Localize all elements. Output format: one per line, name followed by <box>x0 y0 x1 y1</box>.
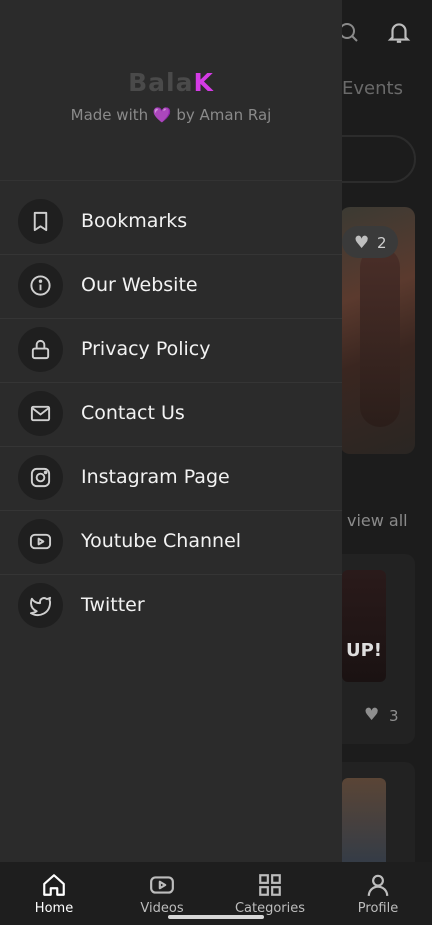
menu-item-label: Instagram Page <box>81 466 230 488</box>
menu-item-label: Youtube Channel <box>81 530 242 552</box>
heart-icon: ♥ <box>364 705 380 725</box>
menu-item-youtube-channel[interactable]: Youtube Channel <box>0 511 342 575</box>
video-icon <box>150 876 174 894</box>
menu-item-contact-us[interactable]: Contact Us <box>0 383 342 447</box>
grid-icon <box>259 874 281 896</box>
brand-prefix: Bala <box>128 68 194 97</box>
menu-item-label: Twitter <box>81 594 145 616</box>
menu-item-label: Contact Us <box>81 402 185 424</box>
like-badge[interactable] <box>342 226 398 258</box>
like-count: 3 <box>389 707 399 725</box>
lock-icon <box>18 327 63 372</box>
bookmark-icon <box>18 199 63 244</box>
like-count: 2 <box>377 234 387 252</box>
home-indicator[interactable] <box>168 915 264 919</box>
app-logo: BalaK <box>0 68 342 97</box>
menu-item-instagram-page[interactable]: Instagram Page <box>0 447 342 511</box>
menu-item-label: Privacy Policy <box>81 338 211 360</box>
info-icon <box>18 263 63 308</box>
tagline: Made with 💜 by Aman Raj <box>0 106 342 124</box>
view-all-link[interactable]: view all <box>347 511 408 530</box>
menu-item-bookmarks[interactable]: Bookmarks <box>0 191 342 255</box>
tab-events[interactable]: Events <box>342 78 403 99</box>
bell-icon[interactable] <box>386 18 412 46</box>
youtube-icon <box>18 519 63 564</box>
home-icon <box>43 874 65 896</box>
menu-item-twitter[interactable]: Twitter <box>0 575 342 638</box>
tagline-after: by Aman Raj <box>171 106 272 124</box>
menu-item-label: Bookmarks <box>81 210 188 232</box>
heart-emoji: 💜 <box>152 106 172 124</box>
twitter-icon <box>18 583 63 628</box>
navigation-drawer: BalaK Made with 💜 by Aman Raj Bookmarks … <box>0 0 342 862</box>
nav-videos-label: Videos <box>140 901 184 916</box>
nav-profile[interactable]: Profile <box>324 862 432 925</box>
menu-item-our-website[interactable]: Our Website <box>0 255 342 319</box>
mail-icon <box>18 391 63 436</box>
poster-text: UP! <box>346 640 383 661</box>
nav-home-label: Home <box>34 901 74 916</box>
brand-suffix: K <box>193 68 214 97</box>
tagline-before: Made with <box>70 106 153 124</box>
drawer-menu: Bookmarks Our Website Privacy Policy Con… <box>0 191 342 638</box>
instagram-icon <box>18 455 63 500</box>
divider <box>0 180 342 181</box>
nav-categories-label: Categories <box>234 901 306 916</box>
nav-profile-label: Profile <box>357 901 399 916</box>
menu-item-label: Our Website <box>81 274 198 296</box>
menu-item-privacy-policy[interactable]: Privacy Policy <box>0 319 342 383</box>
user-icon <box>367 874 389 896</box>
heart-icon: ♥ <box>354 233 370 253</box>
nav-home[interactable]: Home <box>0 862 108 925</box>
